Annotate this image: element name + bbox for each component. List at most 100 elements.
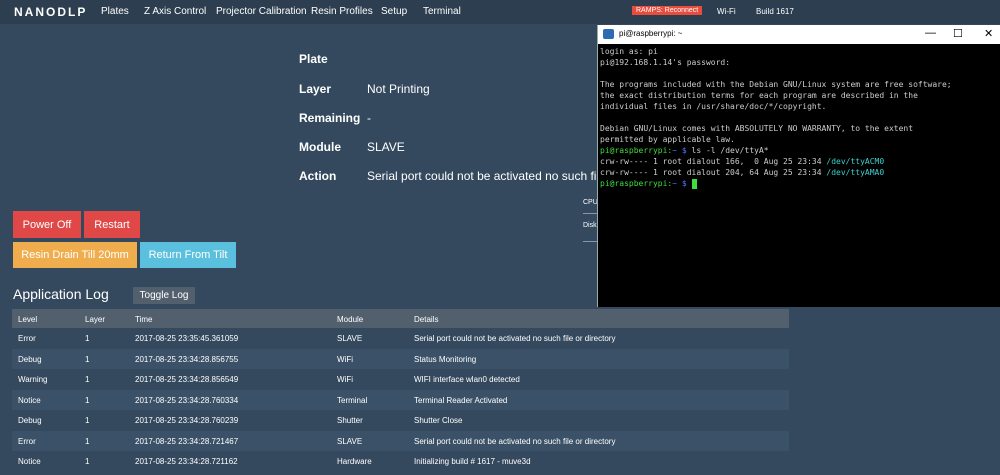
cell-details: Terminal Reader Activated xyxy=(414,395,508,405)
cell-time: 2017-08-25 23:35:45.361059 xyxy=(135,334,239,343)
layer-value: Not Printing xyxy=(367,82,430,96)
action-value: Serial port could not be activated no su… xyxy=(367,169,620,183)
cell-module: WiFi xyxy=(337,375,353,384)
terminal-line: the exact distribution terms for each pr… xyxy=(600,91,918,100)
nav-wifi[interactable]: Wi-Fi xyxy=(717,7,736,16)
terminal-line: crw-rw---- 1 root dialout 204, 64 Aug 25… xyxy=(600,168,827,177)
table-row: Error 1 2017-08-25 23:35:45.361059 SLAVE… xyxy=(12,328,789,349)
column-header-level: Level xyxy=(18,315,38,324)
minimize-icon[interactable]: — xyxy=(925,27,936,39)
remaining-value: - xyxy=(367,111,371,125)
nav-projector-calibration[interactable]: Projector Calibration xyxy=(216,6,307,17)
cell-module: SLAVE xyxy=(337,334,363,343)
nav-setup[interactable]: Setup xyxy=(381,6,407,17)
cell-layer: 1 xyxy=(85,395,90,405)
cell-layer: 1 xyxy=(85,334,90,343)
cell-level: Debug xyxy=(18,416,42,425)
terminal-line: Debian GNU/Linux comes with ABSOLUTELY N… xyxy=(600,124,914,133)
cell-level: Debug xyxy=(18,354,42,364)
terminal-device: /dev/ttyAMA0 xyxy=(826,168,885,177)
prompt-user: pi@raspberrypi: xyxy=(600,179,673,188)
nanodlp-logo[interactable]: NANODLP xyxy=(14,5,87,19)
nav-plates[interactable]: Plates xyxy=(101,6,129,17)
cell-details: Serial port could not be activated no su… xyxy=(414,436,616,446)
divider xyxy=(583,213,597,214)
terminal-line: login as: pi xyxy=(600,47,658,56)
terminal-line: pi@192.168.1.14's password: xyxy=(600,58,731,67)
table-row: Debug 1 2017-08-25 23:34:28.856755 WiFi … xyxy=(12,348,789,369)
nav-resin-profiles[interactable]: Resin Profiles xyxy=(311,6,373,17)
column-header-details: Details xyxy=(414,315,439,324)
cell-level: Warning xyxy=(18,375,48,384)
plate-label: Plate xyxy=(299,52,328,66)
cell-level: Notice xyxy=(18,395,41,405)
action-label: Action xyxy=(299,169,337,183)
terminal-line: crw-rw---- 1 root dialout 166, 0 Aug 25 … xyxy=(600,157,827,166)
terminal-titlebar[interactable]: pi@raspberrypi: ~ — ☐ ✕ xyxy=(598,25,1000,44)
cell-details: Serial port could not be activated no su… xyxy=(414,334,616,343)
nav-terminal[interactable]: Terminal xyxy=(423,6,461,17)
cell-time: 2017-08-25 23:34:28.721467 xyxy=(135,436,239,446)
cell-layer: 1 xyxy=(85,354,90,364)
cell-layer: 1 xyxy=(85,416,90,425)
close-icon[interactable]: ✕ xyxy=(984,27,993,40)
table-row: Warning 1 2017-08-25 23:34:28.856549 WiF… xyxy=(12,369,789,390)
cell-module: SLAVE xyxy=(337,436,363,446)
terminal-line: individual files in /usr/share/doc/*/cop… xyxy=(600,102,827,111)
cell-level: Notice xyxy=(18,457,41,466)
terminal-device: /dev/ttyACM0 xyxy=(826,157,885,166)
prompt-path: ~ $ xyxy=(672,146,687,155)
cell-layer: 1 xyxy=(85,457,90,466)
cell-time: 2017-08-25 23:34:28.721162 xyxy=(135,457,238,466)
terminal-cursor xyxy=(691,178,697,189)
cell-details: Status Monitoring xyxy=(414,354,477,364)
table-row: Notice 1 2017-08-25 23:34:28.760334 Term… xyxy=(12,389,789,410)
ramps-reconnect-badge[interactable]: RAMPS: Reconnect xyxy=(632,6,703,15)
maximize-icon[interactable]: ☐ xyxy=(953,27,963,40)
table-row: Notice 1 2017-08-25 23:34:28.721162 Hard… xyxy=(12,451,789,472)
cell-details: Initializing build # 1617 - muve3d xyxy=(414,457,531,466)
navbar: NANODLP Plates Z Axis Control Projector … xyxy=(0,0,1000,24)
divider xyxy=(583,241,597,242)
terminal-line: permitted by applicable law. xyxy=(600,135,735,144)
module-value: SLAVE xyxy=(367,140,405,154)
log-table: Level Layer Time Module Details Error 1 … xyxy=(12,309,789,472)
terminal-line: The programs included with the Debian GN… xyxy=(600,80,952,89)
cell-time: 2017-08-25 23:34:28.856549 xyxy=(135,375,239,384)
resin-drain-button[interactable]: Resin Drain Till 20mm xyxy=(13,242,137,268)
prompt-user: pi@raspberrypi: xyxy=(600,146,673,155)
column-header-layer: Layer xyxy=(85,315,106,324)
terminal-window[interactable]: pi@raspberrypi: ~ — ☐ ✕ login as: pi pi@… xyxy=(597,25,1000,307)
terminal-title: pi@raspberrypi: ~ xyxy=(619,29,683,38)
prompt-path: ~ $ xyxy=(672,179,687,188)
module-label: Module xyxy=(299,140,341,154)
layer-label: Layer xyxy=(299,82,332,96)
table-row: Debug 1 2017-08-25 23:34:28.760239 Shutt… xyxy=(12,410,789,431)
cell-module: Hardware xyxy=(337,457,372,466)
nav-z-axis-control[interactable]: Z Axis Control xyxy=(144,6,206,17)
cell-module: Terminal xyxy=(337,395,368,405)
toggle-log-button[interactable]: Toggle Log xyxy=(133,287,195,304)
cell-module: WiFi xyxy=(337,354,353,364)
column-header-module: Module xyxy=(337,315,364,324)
cell-layer: 1 xyxy=(85,436,90,446)
restart-button[interactable]: Restart xyxy=(84,211,140,238)
terminal-output[interactable]: login as: pi pi@192.168.1.14's password:… xyxy=(598,44,1000,307)
return-from-tilt-button[interactable]: Return From Tilt xyxy=(140,242,236,268)
cell-level: Error xyxy=(18,334,36,343)
column-header-time: Time xyxy=(135,315,153,324)
cell-time: 2017-08-25 23:34:28.856755 xyxy=(135,354,239,364)
cell-time: 2017-08-25 23:34:28.760239 xyxy=(135,416,239,425)
cell-time: 2017-08-25 23:34:28.760334 xyxy=(135,395,239,405)
cell-module: Shutter xyxy=(337,416,363,425)
cell-details: Shutter Close xyxy=(414,416,463,425)
cell-level: Error xyxy=(18,436,36,446)
power-off-button[interactable]: Power Off xyxy=(13,211,81,238)
putty-icon xyxy=(603,29,614,39)
disk-label: Disk xyxy=(583,222,597,229)
table-row: Error 1 2017-08-25 23:34:28.721467 SLAVE… xyxy=(12,430,789,451)
nav-build: Build 1617 xyxy=(756,7,794,16)
cell-layer: 1 xyxy=(85,375,90,384)
cpu-label: CPU xyxy=(583,199,598,206)
terminal-scrollbar[interactable] xyxy=(993,44,1000,307)
